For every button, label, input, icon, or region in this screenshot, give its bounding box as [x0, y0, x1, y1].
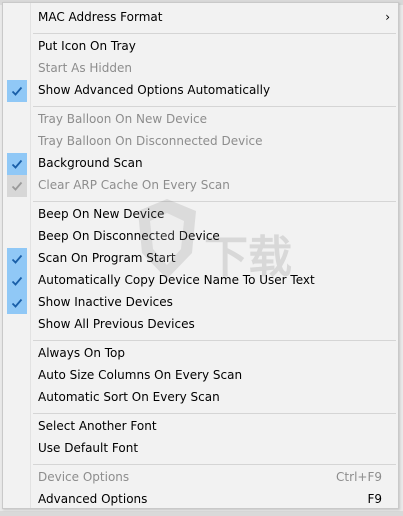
menu-item-label: Use Default Font: [38, 441, 139, 455]
menu-separator: [33, 106, 396, 107]
menu-item-automatic-sort[interactable]: Automatic Sort On Every Scan: [5, 387, 396, 409]
background-strip-bottom: [0, 511, 403, 516]
menu-item-label: Automatic Sort On Every Scan: [38, 390, 220, 404]
menu-item-use-default-font[interactable]: Use Default Font: [5, 438, 396, 460]
menu-item-label: Advanced Options: [38, 492, 148, 506]
menu-item-select-another-font[interactable]: Select Another Font: [5, 416, 396, 438]
menu-item-scan-on-program-start[interactable]: Scan On Program Start: [5, 248, 396, 270]
menu-item-label: Background Scan: [38, 156, 143, 170]
menu-item-label: Show Advanced Options Automatically: [38, 83, 271, 97]
menu-item-label: MAC Address Format: [38, 10, 163, 24]
menu-separator: [33, 340, 396, 341]
menu-item-label: Beep On New Device: [38, 207, 165, 221]
menu-item-label: Device Options: [38, 470, 130, 484]
menu-item-label: Clear ARP Cache On Every Scan: [38, 178, 230, 192]
menu-separator: [33, 413, 396, 414]
menu-item-label: Start As Hidden: [38, 61, 132, 75]
menu-item-auto-copy-device-name[interactable]: Automatically Copy Device Name To User T…: [5, 270, 396, 292]
menu-item-show-inactive-devices[interactable]: Show Inactive Devices: [5, 292, 396, 314]
menu-item-clear-arp-cache[interactable]: Clear ARP Cache On Every Scan: [5, 175, 396, 197]
menu-item-tray-balloon-new-device[interactable]: Tray Balloon On New Device: [5, 109, 396, 131]
chevron-right-icon: ›: [385, 10, 390, 24]
menu-item-label: Tray Balloon On New Device: [38, 112, 208, 126]
menu-item-show-advanced-options[interactable]: Show Advanced Options Automatically: [5, 80, 396, 102]
menu-item-device-options[interactable]: Device Options Ctrl+F9: [5, 467, 396, 489]
menu-item-show-all-previous-devices[interactable]: Show All Previous Devices: [5, 314, 396, 336]
menu-item-background-scan[interactable]: Background Scan: [5, 153, 396, 175]
menu-item-label: Beep On Disconnected Device: [38, 229, 220, 243]
menu-item-label: Automatically Copy Device Name To User T…: [38, 273, 315, 287]
menu-item-put-icon-on-tray[interactable]: Put Icon On Tray: [5, 36, 396, 58]
menu-item-label: Tray Balloon On Disconnected Device: [38, 134, 263, 148]
checkmark-icon: [7, 175, 27, 197]
checkmark-icon: [7, 270, 27, 292]
shortcut-label: F9: [367, 492, 382, 506]
menu-item-label: Always On Top: [38, 346, 125, 360]
shortcut-label: Ctrl+F9: [336, 470, 382, 484]
menu-item-advanced-options[interactable]: Advanced Options F9: [5, 489, 396, 511]
options-context-menu: MAC Address Format › Put Icon On Tray St…: [2, 2, 399, 509]
menu-item-beep-on-new-device[interactable]: Beep On New Device: [5, 204, 396, 226]
menu-item-auto-size-columns[interactable]: Auto Size Columns On Every Scan: [5, 365, 396, 387]
menu-item-label: Put Icon On Tray: [38, 39, 136, 53]
menu-separator: [33, 201, 396, 202]
menu-item-always-on-top[interactable]: Always On Top: [5, 343, 396, 365]
checkmark-icon: [7, 80, 27, 102]
menu-separator: [33, 464, 396, 465]
menu-item-tray-balloon-disconnected[interactable]: Tray Balloon On Disconnected Device: [5, 131, 396, 153]
menu-item-mac-address-format[interactable]: MAC Address Format ›: [5, 7, 396, 29]
menu-item-label: Scan On Program Start: [38, 251, 176, 265]
menu-item-label: Show All Previous Devices: [38, 317, 195, 331]
checkmark-icon: [7, 292, 27, 314]
menu-separator: [33, 33, 396, 34]
menu-item-label: Auto Size Columns On Every Scan: [38, 368, 243, 382]
checkmark-icon: [7, 153, 27, 175]
menu-item-start-as-hidden[interactable]: Start As Hidden: [5, 58, 396, 80]
menu-item-label: Show Inactive Devices: [38, 295, 173, 309]
menu-item-label: Select Another Font: [38, 419, 157, 433]
checkmark-icon: [7, 248, 27, 270]
menu-item-beep-on-disconnected[interactable]: Beep On Disconnected Device: [5, 226, 396, 248]
